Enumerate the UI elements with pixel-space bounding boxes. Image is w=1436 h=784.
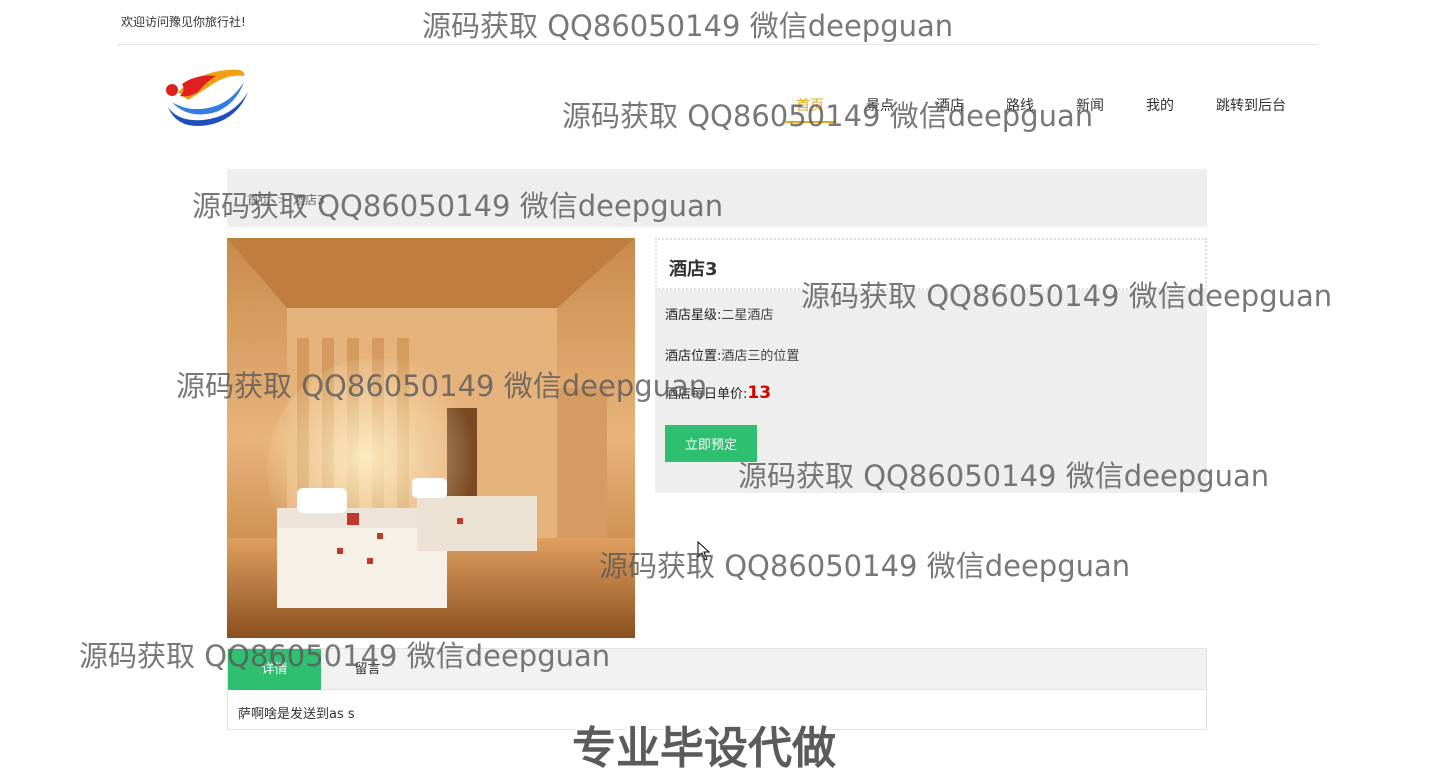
hotel-price-row: 酒店每日单价:13 — [665, 383, 771, 403]
hotel-star-row: 酒店星级:二星酒店 — [665, 304, 773, 323]
tabs-header: 详情 留言 — [228, 649, 1206, 690]
hotel-location-label: 酒店位置: — [665, 349, 722, 364]
breadcrumb-current: 酒店3 — [293, 193, 325, 207]
page: 欢迎访问豫见你旅行社! 首页 景点 酒店 路线 新闻 我的 跳转到后台 首页 > 酒… — [0, 0, 1436, 784]
hotel-price-value: 13 — [747, 383, 772, 403]
hotel-price-label: 酒店每日单价: — [665, 387, 748, 402]
nav-item-home[interactable]: 首页 — [796, 95, 824, 115]
hotel-location-row: 酒店位置:酒店三的位置 — [665, 345, 799, 364]
detail-tabs: 详情 留言 萨啊啥是发送到as s — [227, 648, 1207, 730]
nav-item-news[interactable]: 新闻 — [1076, 95, 1104, 115]
tab-content-text: 萨啊啥是发送到as s — [238, 707, 355, 722]
hotel-name: 酒店3 — [669, 259, 718, 280]
tab-comments[interactable]: 留言 — [321, 649, 414, 690]
hotel-star-value: 二星酒店 — [721, 308, 774, 323]
breadcrumb-band: 首页 > 酒店3 — [227, 169, 1207, 227]
top-bar: 欢迎访问豫见你旅行社! — [117, 0, 1317, 45]
watermark: 源码获取 QQ86050149 微信deepguan — [599, 549, 1131, 583]
hotel-info-panel: 酒店3 酒店星级:二星酒店 酒店位置:酒店三的位置 酒店每日单价:13 立即预定 — [655, 238, 1207, 493]
main-nav: 首页 景点 酒店 路线 新闻 我的 跳转到后台 — [0, 95, 1436, 125]
nav-item-attractions[interactable]: 景点 — [866, 95, 894, 115]
breadcrumb-home[interactable]: 首页 — [247, 193, 271, 207]
nav-item-routes[interactable]: 路线 — [1006, 95, 1034, 115]
welcome-text: 欢迎访问豫见你旅行社! — [121, 15, 246, 29]
breadcrumb-separator: > — [277, 193, 288, 207]
book-now-button[interactable]: 立即预定 — [665, 425, 757, 462]
nav-active-underline — [786, 121, 836, 123]
breadcrumb: 首页 > 酒店3 — [247, 191, 325, 208]
tab-details[interactable]: 详情 — [228, 649, 321, 690]
hotel-location-value: 酒店三的位置 — [721, 349, 800, 364]
mouse-cursor-icon — [697, 540, 711, 561]
hotel-star-label: 酒店星级: — [665, 308, 722, 323]
nav-item-admin[interactable]: 跳转到后台 — [1216, 95, 1286, 115]
nav-item-mine[interactable]: 我的 — [1146, 95, 1174, 115]
hotel-photo — [227, 238, 635, 638]
nav-item-hotels[interactable]: 酒店 — [936, 95, 964, 115]
hotel-title-box: 酒店3 — [655, 238, 1207, 290]
